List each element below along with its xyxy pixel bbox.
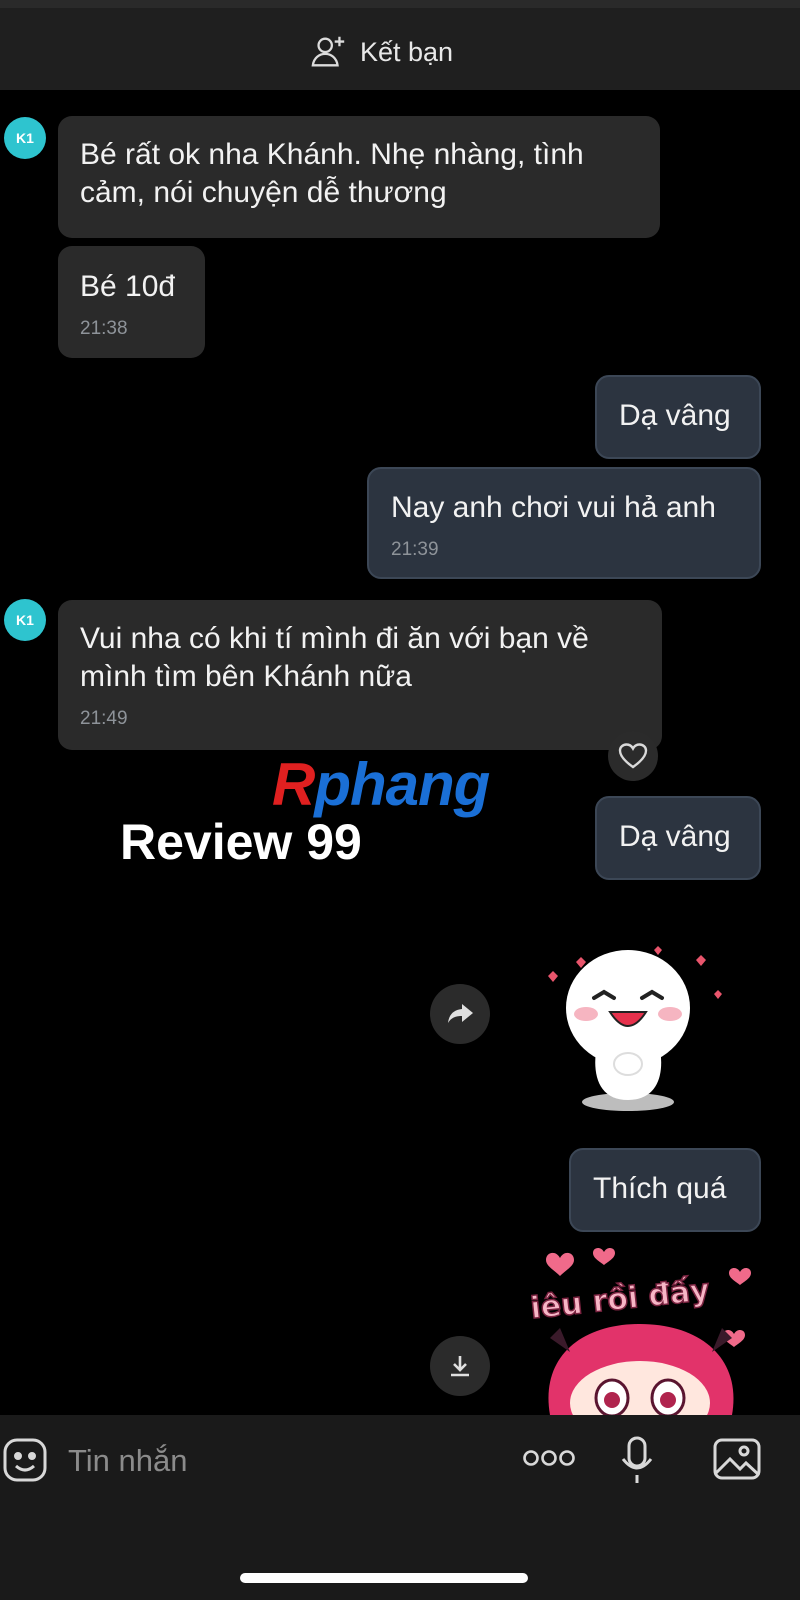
- emoji-icon[interactable]: [2, 1437, 48, 1483]
- message-bubble-sent[interactable]: Nay anh chơi vui hả anh 21:39: [367, 467, 761, 579]
- share-arrow-icon: [448, 1004, 473, 1023]
- microphone-icon[interactable]: [620, 1435, 654, 1485]
- heart-icon: [618, 743, 648, 769]
- message-bubble-received[interactable]: Bé rất ok nha Khánh. Nhẹ nhàng, tình cảm…: [58, 116, 660, 238]
- message-bubble-received[interactable]: Vui nha có khi tí mình đi ăn với bạn về …: [58, 600, 662, 750]
- message-text: cảm, nói chuyện dễ thương: [80, 176, 447, 209]
- add-friend-label: Kết bạn: [360, 36, 454, 67]
- add-friend-button[interactable]: Kết bạn: [310, 30, 453, 74]
- contact-avatar[interactable]: K1: [4, 599, 46, 641]
- top-bar: Kết bạn: [0, 0, 800, 90]
- message-text: Bé rất ok nha Khánh. Nhẹ nhàng, tình: [80, 138, 584, 171]
- message-time: 21:49: [80, 708, 128, 729]
- message-text: Vui nha có khi tí mình đi ăn với bạn về: [80, 622, 589, 655]
- download-button[interactable]: [430, 1336, 490, 1396]
- message-bubble-received[interactable]: Bé 10đ 21:38: [58, 246, 205, 358]
- react-button[interactable]: [608, 731, 658, 781]
- message-text: Nay anh chơi vui hả anh: [391, 491, 716, 524]
- message-time: 21:38: [80, 318, 128, 339]
- image-icon[interactable]: [712, 1437, 762, 1481]
- message-bubble-sent[interactable]: Thích quá: [569, 1148, 761, 1232]
- message-text: mình tìm bên Khánh nữa: [80, 660, 412, 693]
- message-input[interactable]: Tin nhắn: [68, 1443, 188, 1479]
- watermark-caption: Review 99: [120, 814, 362, 870]
- download-icon: [451, 1356, 469, 1377]
- person-plus-icon: [311, 36, 345, 67]
- home-indicator: [240, 1573, 528, 1583]
- message-time: 21:39: [391, 539, 439, 560]
- message-bubble-sent[interactable]: Dạ vâng: [595, 375, 761, 459]
- sticker-text: iêu rồi đấy: [529, 1273, 712, 1327]
- message-text: Dạ vâng: [619, 399, 731, 432]
- message-bubble-sent[interactable]: Dạ vâng: [595, 796, 761, 880]
- watermark-logo: Rphang: [272, 751, 490, 818]
- more-icon[interactable]: [522, 1449, 576, 1467]
- love-sticker[interactable]: iêu rồi đấy: [520, 1238, 760, 1415]
- message-text: Bé 10đ: [80, 270, 176, 303]
- forward-button[interactable]: [430, 984, 490, 1044]
- message-text: Thích quá: [593, 1172, 727, 1205]
- contact-avatar[interactable]: K1: [4, 117, 46, 159]
- message-text: Dạ vâng: [619, 820, 731, 853]
- blob-sticker[interactable]: [536, 940, 736, 1120]
